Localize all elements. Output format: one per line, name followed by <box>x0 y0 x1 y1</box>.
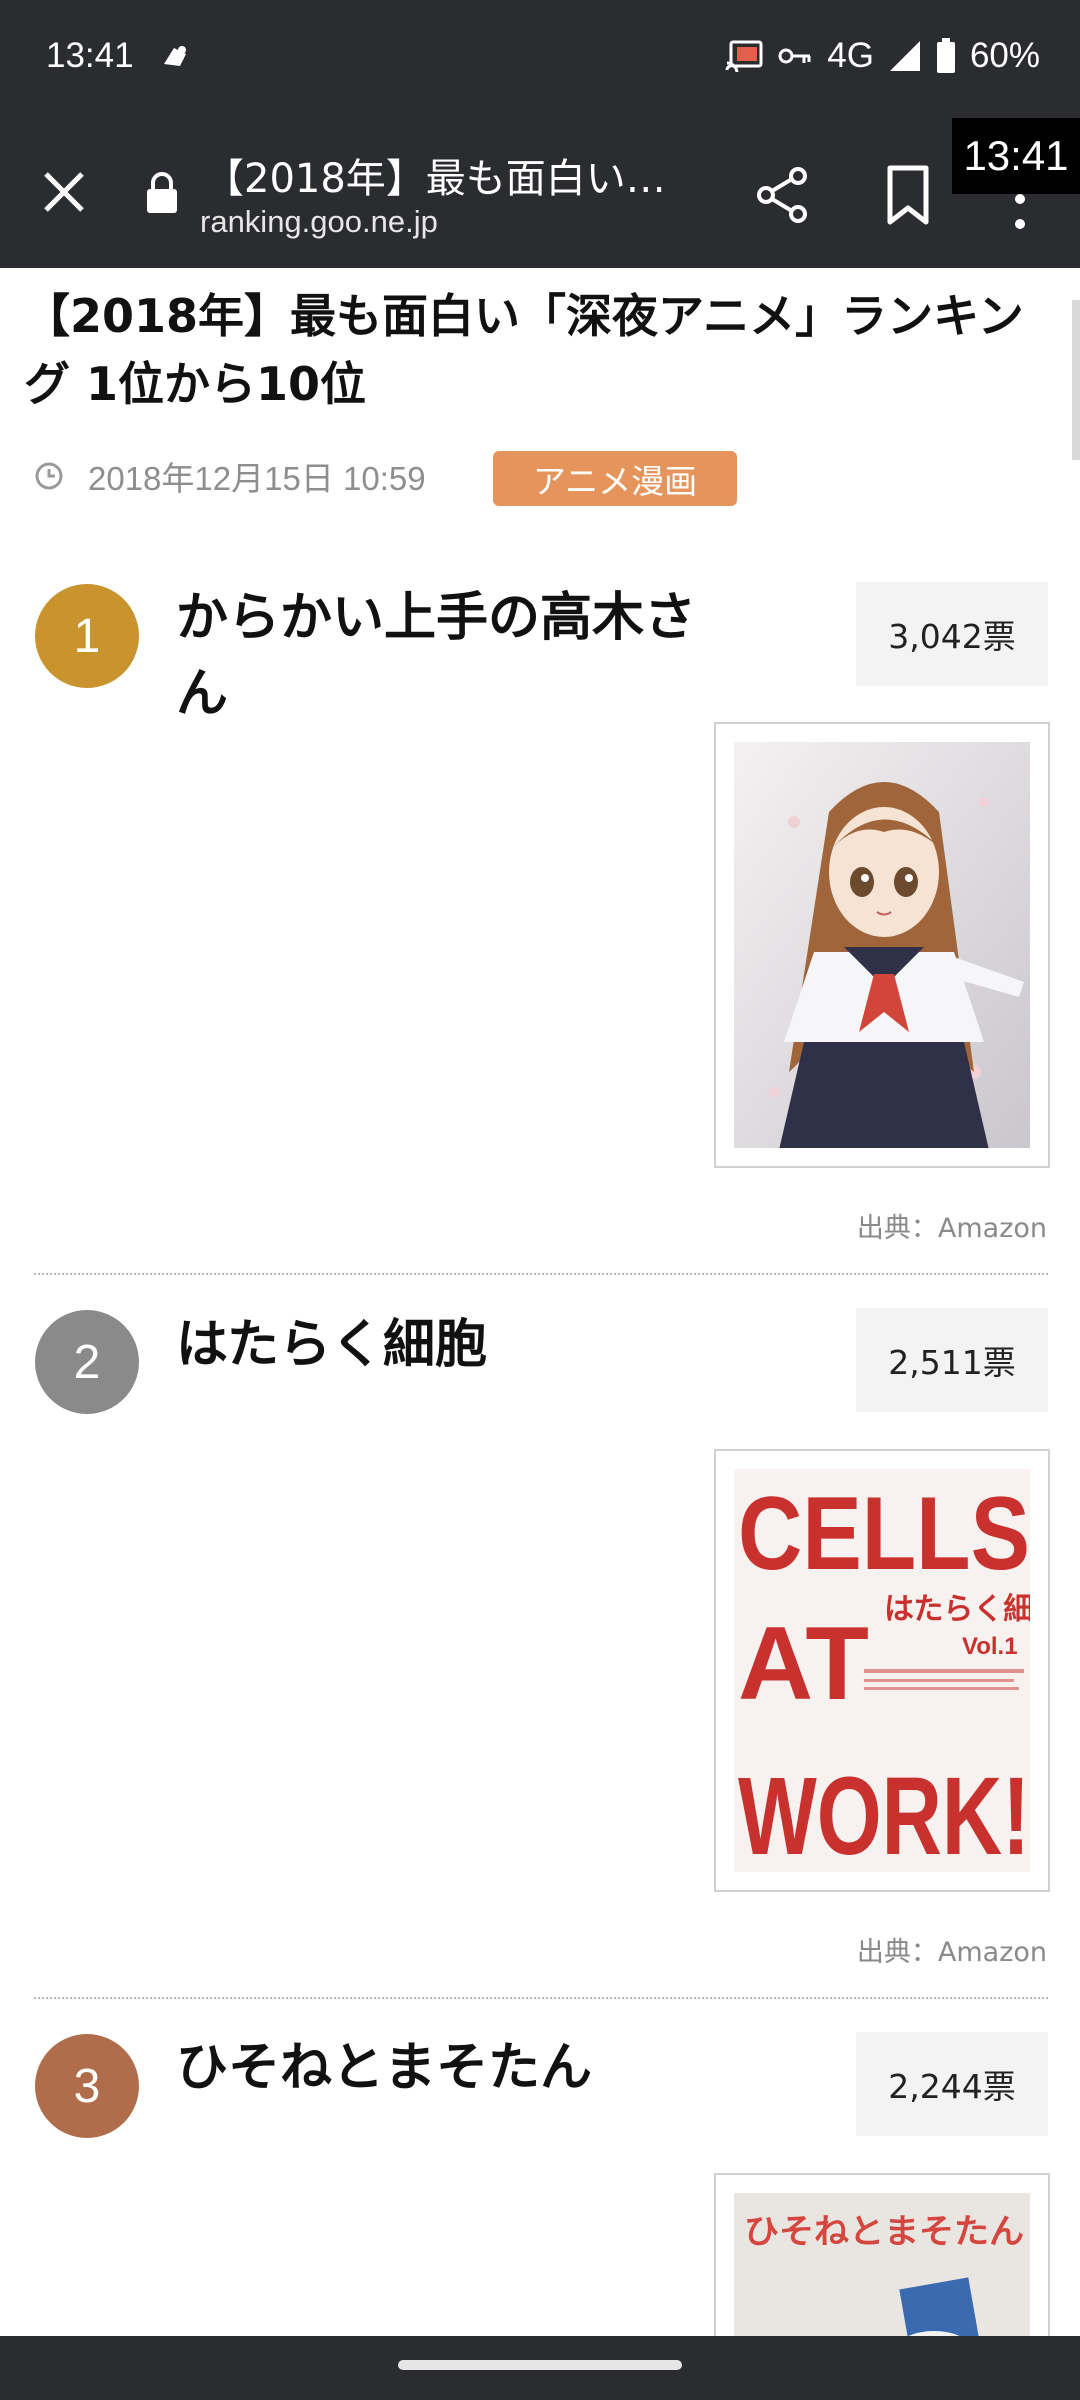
vote-count: 3,042票 <box>856 582 1048 686</box>
divider <box>34 1997 1048 1999</box>
cover-image[interactable]: CELLS はたらく細胞 Vol.1 AT WORK! <box>714 1449 1050 1892</box>
network-type: 4G <box>827 36 874 75</box>
cover-text: ひそねとまそたん <box>744 2212 1024 2252</box>
rank-title[interactable]: からかい上手の高木さん <box>176 580 716 732</box>
vpn-key-icon <box>778 48 811 64</box>
page-title: 【2018年】最も面白い「深夜アニメ」ランキング 1位から10位 <box>24 289 1024 411</box>
cover-text: Vol.1 <box>962 1633 1018 1660</box>
battery-icon <box>936 38 955 73</box>
status-icons: 4G 60% <box>725 36 1040 76</box>
close-icon[interactable] <box>36 164 92 220</box>
status-time: 13:41 <box>46 36 134 75</box>
cover-text: AT <box>738 1606 869 1722</box>
battery-percent: 60% <box>969 36 1040 75</box>
divider <box>34 1273 1048 1275</box>
rank-title[interactable]: はたらく細胞 <box>176 1307 716 1383</box>
image-source: 出典：Amazon <box>856 1213 1047 1244</box>
navigation-bar <box>0 2336 1080 2400</box>
scrollbar[interactable] <box>1072 300 1080 460</box>
notification-icon <box>164 46 186 66</box>
cover-text: CELLS <box>738 1476 1030 1592</box>
share-icon[interactable] <box>752 164 814 226</box>
status-bar: 13:41 4G 60% <box>0 0 1080 118</box>
home-gesture-handle[interactable] <box>398 2360 682 2370</box>
article-meta: 2018年12月15日 10:59 <box>34 452 426 500</box>
vote-count: 2,511票 <box>856 1308 1048 1412</box>
page-tab-title[interactable]: 【2018年】最も面白い… <box>204 146 674 204</box>
url-text[interactable]: ranking.goo.ne.jp <box>200 204 438 240</box>
time-overlay: 13:41 <box>952 118 1080 194</box>
vote-count: 2,244票 <box>856 2032 1048 2136</box>
signal-icon <box>889 41 920 71</box>
publish-date: 2018年12月15日 10:59 <box>88 460 426 497</box>
browser-toolbar: 【2018年】最も面白い… ranking.goo.ne.jp <box>0 118 1080 268</box>
cover-text: はたらく細胞 <box>884 1592 1030 1627</box>
cover-text: WORK! <box>738 1755 1030 1872</box>
cells-at-work-cover: CELLS はたらく細胞 Vol.1 AT WORK! <box>734 1469 1030 1872</box>
rank-badge: 2 <box>35 1310 139 1414</box>
image-source: 出典：Amazon <box>856 1937 1047 1968</box>
lock-icon[interactable] <box>144 170 180 214</box>
anime-cover-illustration <box>734 742 1030 1148</box>
rank-title[interactable]: ひそねとまそたん <box>176 2030 716 2106</box>
category-tag[interactable]: アニメ漫画 <box>493 451 737 506</box>
cover-image[interactable] <box>714 722 1050 1168</box>
rank-badge: 1 <box>35 584 139 688</box>
cast-icon <box>725 40 763 72</box>
rank-badge: 3 <box>35 2034 139 2138</box>
bookmark-icon[interactable] <box>880 164 936 226</box>
clock-icon <box>35 462 63 490</box>
